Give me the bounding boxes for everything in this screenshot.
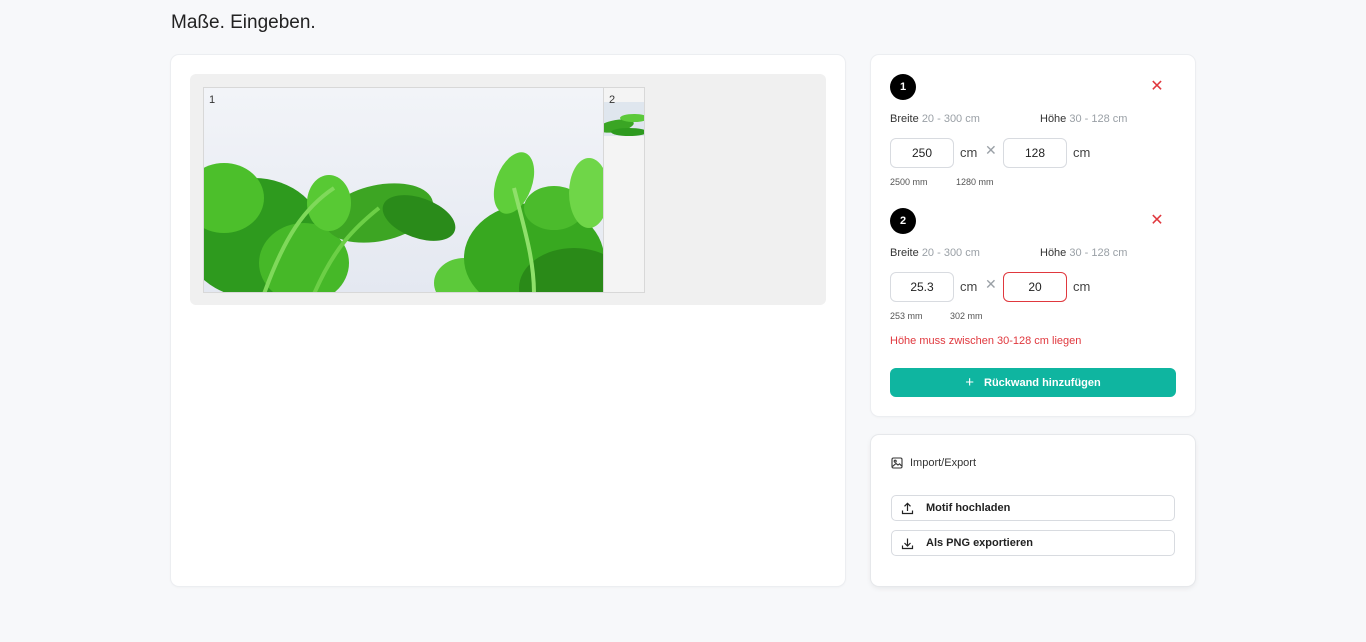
plus-icon: + [965,374,975,391]
import-export-title: Import/Export [910,457,977,469]
width-mm: 253 mm [890,311,923,321]
times-icon: ✕ [985,142,997,158]
import-export-header: Import/Export [891,457,976,469]
upload-label: Motif hochladen [926,502,1011,514]
width-unit: cm [960,145,978,160]
image-icon [891,457,903,469]
times-icon: ✕ [985,276,997,292]
height-unit: cm [1073,279,1091,294]
panel-number: 2 [609,94,616,106]
panel-number: 1 [209,94,216,106]
height-error-message: Höhe muss zwischen 30-128 cm liegen [890,335,1082,347]
upload-icon [901,501,914,515]
add-wall-button[interactable]: + Rückwand hinzufügen [890,368,1176,397]
height-label: Höhe 30 - 128 cm [1040,247,1128,259]
width-label: Breite 20 - 300 cm [890,247,980,259]
import-export-card: Import/Export Motif hochladen Als PNG ex… [871,435,1195,586]
page-title: Maße. Eingeben. [171,12,316,33]
export-label: Als PNG exportieren [926,537,1033,549]
remove-wall-button[interactable]: ✕ [1148,78,1166,96]
width-input[interactable]: 25.3 [890,272,954,302]
height-label: Höhe 30 - 128 cm [1040,113,1128,125]
upload-motif-button[interactable]: Motif hochladen [891,495,1175,521]
wall-2: 2 ✕ Breite 20 - 300 cm Höhe 30 - 128 cm … [890,208,1176,328]
preview-card: 1 2 [171,55,845,586]
export-png-button[interactable]: Als PNG exportieren [891,530,1175,556]
width-label: Breite 20 - 300 cm [890,113,980,125]
dimensions-card: 1 ✕ Breite 20 - 300 cm Höhe 30 - 128 cm … [871,55,1195,416]
wall-number-badge: 1 [890,74,916,100]
remove-wall-button[interactable]: ✕ [1148,212,1166,230]
height-mm: 1280 mm [956,177,994,187]
download-icon [901,537,914,550]
wall-1: 1 ✕ Breite 20 - 300 cm Höhe 30 - 128 cm … [890,74,1176,194]
add-wall-label: Rückwand hinzufügen [984,376,1101,389]
width-input[interactable]: 250 [890,138,954,168]
wall-panel-1[interactable]: 1 [203,87,604,293]
height-unit: cm [1073,145,1091,160]
height-input[interactable]: 128 [1003,138,1067,168]
plant-motif-image [604,102,644,136]
height-mm: 302 mm [950,311,983,321]
wall-preview-canvas: 1 2 [190,74,826,305]
height-input[interactable]: 20 [1003,272,1067,302]
width-mm: 2500 mm [890,177,928,187]
wall-number-badge: 2 [890,208,916,234]
width-unit: cm [960,279,978,294]
wall-panel-2[interactable]: 2 [603,87,645,293]
plant-motif-image [204,88,603,292]
